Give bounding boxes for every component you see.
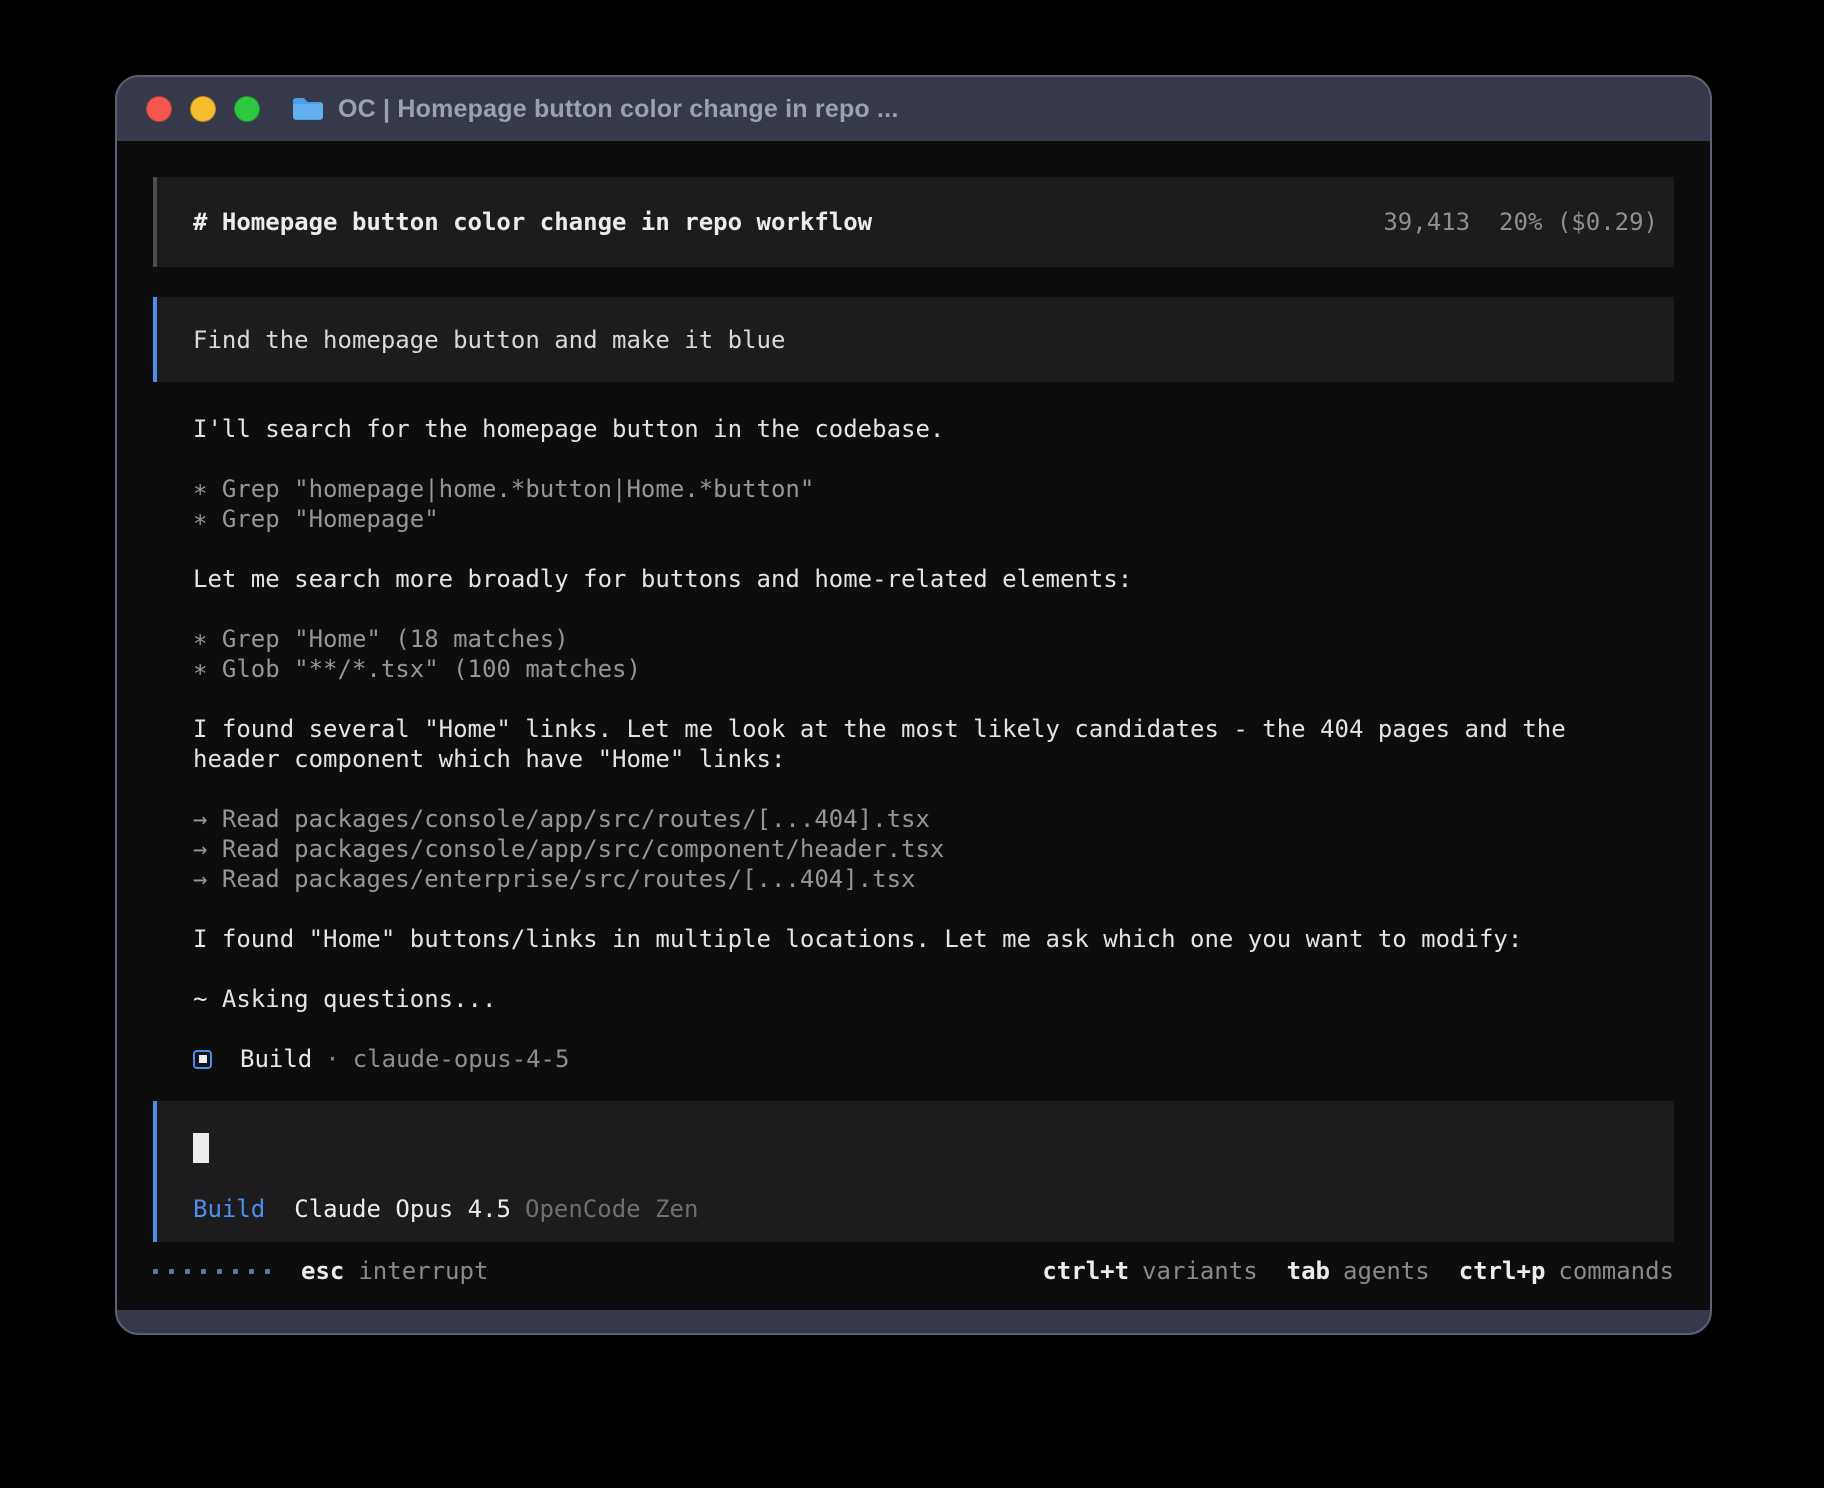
minimize-window-button[interactable] (190, 96, 216, 122)
terminal-window: OC | Homepage button color change in rep… (115, 75, 1712, 1335)
esc-key-label: interrupt (358, 1256, 488, 1286)
folder-icon (291, 96, 325, 122)
tool-call-read: → Read packages/enterprise/src/routes/[.… (193, 864, 1674, 894)
status-asking-questions: ~ Asking questions... (193, 984, 1674, 1014)
prompt-input[interactable]: Build Claude Opus 4.5 OpenCode Zen (153, 1101, 1674, 1242)
terminal-content: # Homepage button color change in repo w… (117, 141, 1710, 1310)
assistant-transcript: I'll search for the homepage button in t… (193, 414, 1674, 1074)
tool-call-grep: ∗ Grep "Homepage" (193, 504, 1674, 534)
tool-call-read: → Read packages/console/app/src/routes/[… (193, 804, 1674, 834)
user-message: Find the homepage button and make it blu… (153, 297, 1674, 382)
input-provider-label: OpenCode Zen (525, 1194, 698, 1224)
window-titlebar: OC | Homepage button color change in rep… (117, 77, 1710, 141)
separator-dot: · (325, 1044, 339, 1074)
user-message-text: Find the homepage button and make it blu… (193, 325, 785, 355)
assistant-text: Let me search more broadly for buttons a… (193, 564, 1674, 594)
agent-name: Build (240, 1044, 312, 1074)
status-bar-left: esc interrupt (153, 1256, 488, 1286)
status-bar-right: ctrl+t variants tab agents ctrl+p comman… (1042, 1256, 1674, 1286)
window-bottom-strip (117, 1310, 1710, 1333)
close-window-button[interactable] (146, 96, 172, 122)
blue-square-icon (193, 1050, 212, 1069)
tool-call-grep: ∗ Grep "Home" (18 matches) (193, 624, 1674, 654)
token-count: 39,413 (1383, 208, 1470, 236)
input-model-label[interactable]: Claude Opus 4.5 (294, 1194, 511, 1224)
agent-model: claude-opus-4-5 (353, 1044, 570, 1074)
session-stats: 39,413 20% ($0.29) (1268, 177, 1658, 267)
session-header: # Homepage button color change in repo w… (153, 177, 1674, 267)
assistant-text: I found several "Home" links. Let me loo… (193, 714, 1623, 774)
tool-call-read: → Read packages/console/app/src/componen… (193, 834, 1674, 864)
input-footer: Build Claude Opus 4.5 OpenCode Zen (193, 1194, 1638, 1224)
assistant-text: I'll search for the homepage button in t… (193, 414, 1674, 444)
context-usage: 20% ($0.29) (1499, 208, 1658, 236)
esc-key-hint: esc (301, 1256, 344, 1286)
text-cursor (193, 1133, 209, 1163)
status-bar: esc interrupt ctrl+t variants tab agents… (153, 1256, 1674, 1286)
window-title: OC | Homepage button color change in rep… (338, 95, 898, 124)
agent-status-line: Build · claude-opus-4-5 (193, 1044, 1674, 1074)
input-agent-label[interactable]: Build (193, 1194, 265, 1224)
shortcut-agents: tab agents (1287, 1256, 1430, 1286)
assistant-text: I found "Home" buttons/links in multiple… (193, 924, 1674, 954)
zoom-window-button[interactable] (234, 96, 260, 122)
shortcut-variants: ctrl+t variants (1042, 1256, 1257, 1286)
tool-call-grep: ∗ Grep "homepage|home.*button|Home.*butt… (193, 474, 1674, 504)
session-title: # Homepage button color change in repo w… (193, 207, 872, 237)
tool-call-glob: ∗ Glob "**/*.tsx" (100 matches) (193, 654, 1674, 684)
spinner-dots-icon (153, 1269, 270, 1274)
shortcut-commands: ctrl+p commands (1459, 1256, 1674, 1286)
